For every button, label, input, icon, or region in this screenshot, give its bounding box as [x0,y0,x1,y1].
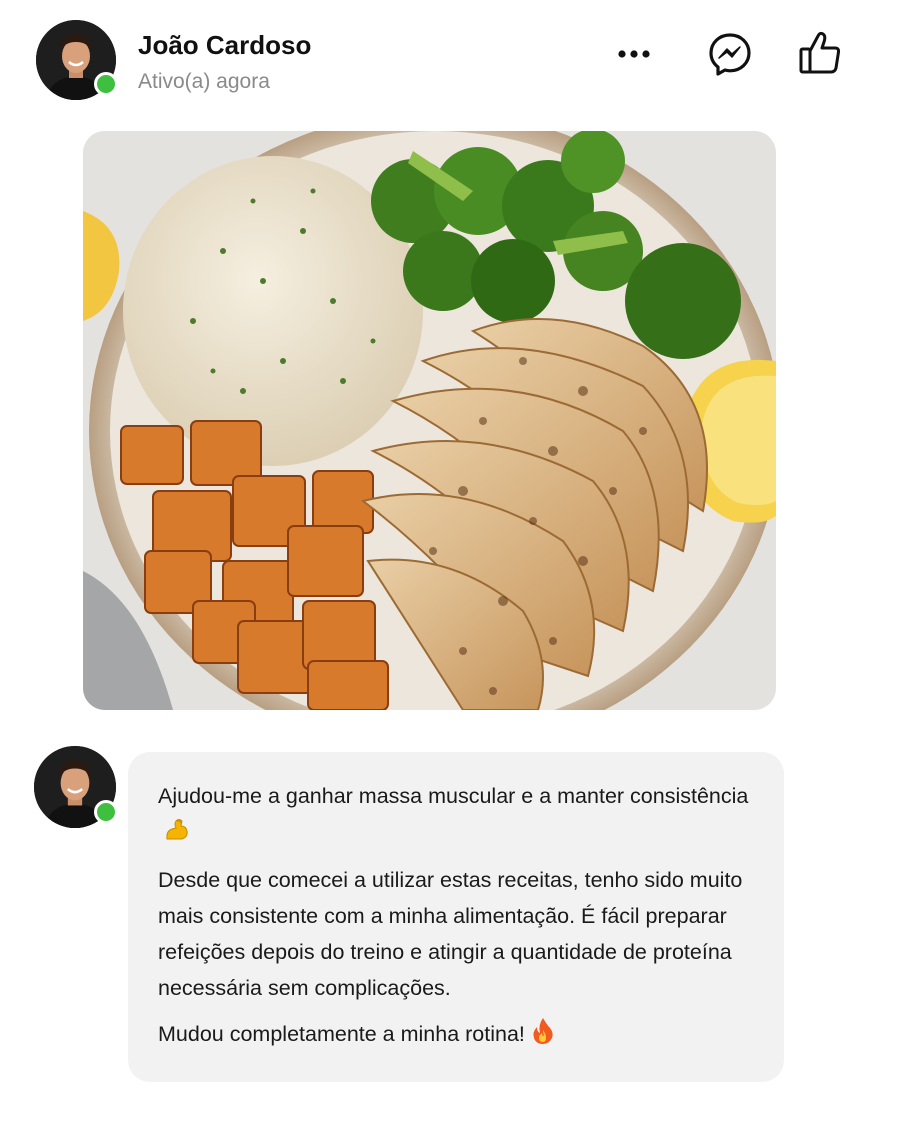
message-bubble: Ajudou-me a ganhar massa muscular e a ma… [128,752,784,1082]
more-horizontal-icon [618,50,650,58]
message-heading: Ajudou-me a ganhar massa muscular e a ma… [158,784,749,808]
flexed-biceps-emoji [164,817,190,854]
messenger-button[interactable] [706,30,754,78]
profile-avatar[interactable] [36,20,118,100]
thumbs-up-icon [799,31,841,74]
user-name[interactable]: João Cardoso [138,30,311,61]
message-closing: Mudou completamente a minha rotina! [158,1022,525,1046]
message-body: Desde que comecei a utilizar estas recei… [158,868,743,1000]
post-photo[interactable] [83,131,776,710]
online-status-dot [94,800,118,824]
message-avatar[interactable] [34,746,118,828]
more-options-button[interactable] [612,32,656,76]
messenger-icon [709,33,751,76]
like-button[interactable] [796,28,844,78]
fire-emoji [531,1017,555,1056]
active-status: Ativo(a) agora [138,70,270,93]
online-status-dot [94,72,118,96]
